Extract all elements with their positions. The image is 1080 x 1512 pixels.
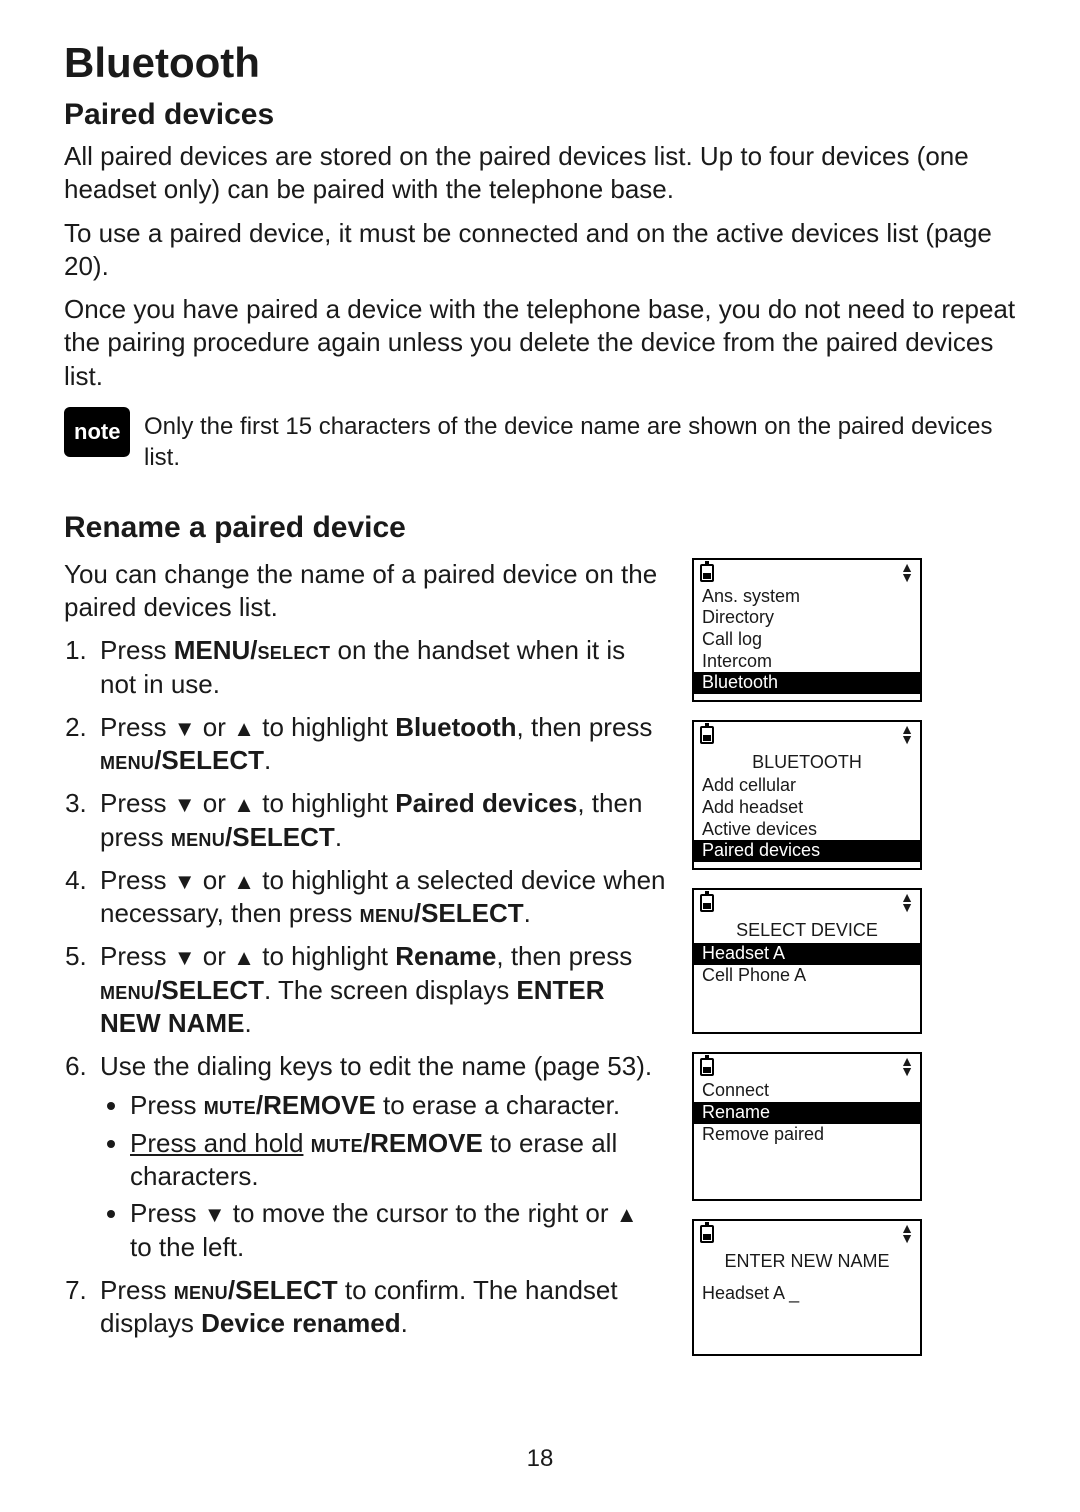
rename-steps: Press MENU/select on the handset when it… bbox=[64, 634, 666, 1340]
menu-item: Ans. system bbox=[694, 586, 920, 608]
up-arrow-icon bbox=[233, 711, 255, 744]
menu-item: Call log bbox=[694, 629, 920, 651]
scroll-icon: ▲▼ bbox=[900, 892, 914, 912]
battery-icon bbox=[700, 1058, 714, 1076]
rename-intro: You can change the name of a paired devi… bbox=[64, 558, 666, 625]
lcd-screen-bluetooth-menu: ▲▼ BLUETOOTH Add cellular Add headset Ac… bbox=[692, 720, 922, 870]
menu-item: Remove paired bbox=[694, 1124, 920, 1146]
menu-item-selected: Paired devices bbox=[694, 840, 920, 862]
menu-item-selected: Headset A bbox=[694, 943, 920, 965]
scroll-icon: ▲▼ bbox=[900, 1056, 914, 1076]
battery-icon bbox=[700, 894, 714, 912]
note-badge: note bbox=[64, 407, 130, 457]
paired-paragraph-1: All paired devices are stored on the pai… bbox=[64, 140, 1016, 207]
menu-item: Active devices bbox=[694, 819, 920, 841]
paired-paragraph-3: Once you have paired a device with the t… bbox=[64, 293, 1016, 393]
up-arrow-icon bbox=[233, 787, 255, 820]
up-arrow-icon bbox=[233, 940, 255, 973]
screen-title: ENTER NEW NAME bbox=[694, 1247, 920, 1275]
step-6-bullet-1: Press mute/REMOVE to erase a character. bbox=[130, 1089, 666, 1122]
down-arrow-icon bbox=[174, 787, 196, 820]
scroll-icon: ▲▼ bbox=[900, 1223, 914, 1243]
lcd-screen-enter-name: ▲▼ ENTER NEW NAME Headset A bbox=[692, 1219, 922, 1356]
up-arrow-icon bbox=[616, 1197, 638, 1230]
step-2: Press or to highlight Bluetooth, then pr… bbox=[94, 711, 666, 778]
menu-item: Intercom bbox=[694, 651, 920, 673]
screen-title: BLUETOOTH bbox=[694, 748, 920, 776]
step-6-bullet-2: Press and hold mute/REMOVE to erase all … bbox=[130, 1127, 666, 1194]
menu-item: Connect bbox=[694, 1080, 920, 1102]
down-arrow-icon bbox=[174, 864, 196, 897]
paired-devices-heading: Paired devices bbox=[64, 96, 1016, 134]
menu-item: Add headset bbox=[694, 797, 920, 819]
menu-item: Add cellular bbox=[694, 775, 920, 797]
battery-icon bbox=[700, 564, 714, 582]
paired-paragraph-2: To use a paired device, it must be conne… bbox=[64, 217, 1016, 284]
rename-heading: Rename a paired device bbox=[64, 509, 1016, 547]
lcd-screen-select-device: ▲▼ SELECT DEVICE Headset A Cell Phone A bbox=[692, 888, 922, 1035]
page-number: 18 bbox=[0, 1444, 1080, 1475]
down-arrow-icon bbox=[204, 1197, 226, 1230]
step-4: Press or to highlight a selected device … bbox=[94, 864, 666, 931]
page-title: Bluetooth bbox=[64, 36, 1016, 90]
step-6-bullet-3: Press to move the cursor to the right or… bbox=[130, 1197, 666, 1264]
battery-icon bbox=[700, 1225, 714, 1243]
step-1: Press MENU/select on the handset when it… bbox=[94, 634, 666, 701]
scroll-icon: ▲▼ bbox=[900, 724, 914, 744]
battery-icon bbox=[700, 726, 714, 744]
down-arrow-icon bbox=[174, 940, 196, 973]
scroll-icon: ▲▼ bbox=[900, 562, 914, 582]
name-input-value: Headset A bbox=[694, 1275, 920, 1305]
menu-item: Cell Phone A bbox=[694, 965, 920, 987]
menu-item-selected: Rename bbox=[694, 1102, 920, 1124]
screen-title: SELECT DEVICE bbox=[694, 916, 920, 944]
note-text: Only the first 15 characters of the devi… bbox=[144, 411, 1016, 473]
step-3: Press or to highlight Paired devices, th… bbox=[94, 787, 666, 854]
step-7: Press menu/SELECT to confirm. The handse… bbox=[94, 1274, 666, 1341]
step-6: Use the dialing keys to edit the name (p… bbox=[94, 1050, 666, 1264]
menu-item: Directory bbox=[694, 607, 920, 629]
menu-item-selected: Bluetooth bbox=[694, 672, 920, 694]
lcd-screen-device-actions: ▲▼ Connect Rename Remove paired bbox=[692, 1052, 922, 1201]
lcd-screen-main-menu: ▲▼ Ans. system Directory Call log Interc… bbox=[692, 558, 922, 702]
up-arrow-icon bbox=[233, 864, 255, 897]
down-arrow-icon bbox=[174, 711, 196, 744]
step-5: Press or to highlight Rename, then press… bbox=[94, 940, 666, 1040]
